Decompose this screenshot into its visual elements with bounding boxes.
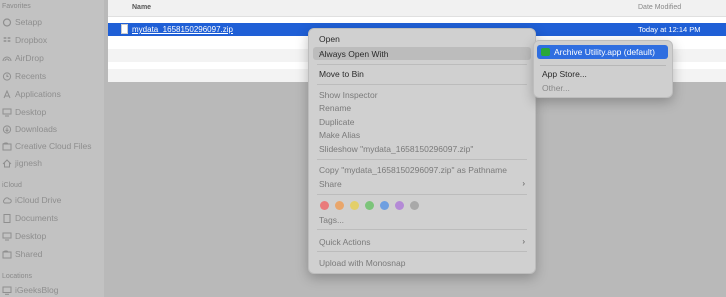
computer-icon <box>2 286 12 295</box>
sidebar-item-label: Shared <box>15 249 43 259</box>
shared-folder-icon <box>2 250 12 259</box>
creative-cloud-icon <box>2 142 12 151</box>
menu-separator <box>317 251 527 252</box>
sidebar-item-airdrop[interactable]: AirDrop <box>2 51 44 65</box>
document-icon <box>2 213 12 223</box>
menu-item-label: Share <box>319 179 342 189</box>
menu-item-upload-monosnap[interactable]: Upload with Monosnap <box>319 258 405 268</box>
sidebar-item-icloud-drive[interactable]: iCloud Drive <box>2 193 61 207</box>
sidebar-item-recents[interactable]: Recents <box>2 69 46 83</box>
sidebar-item-label: Desktop <box>15 231 47 241</box>
tag-color-orange[interactable] <box>335 201 344 210</box>
menu-item-make-alias[interactable]: Make Alias <box>319 130 360 140</box>
sidebar-item-documents[interactable]: Documents <box>2 211 58 225</box>
column-header-date-modified[interactable]: Date Modified <box>638 4 681 11</box>
sidebar-item-label: Downloads <box>15 124 58 134</box>
menu-item-move-to-bin[interactable]: Move to Bin <box>319 69 364 79</box>
menu-separator <box>540 65 666 66</box>
sidebar-item-label: Creative Cloud Files <box>15 141 92 151</box>
submenu-item-other[interactable]: Other... <box>542 83 570 93</box>
home-icon <box>2 158 12 168</box>
airdrop-icon <box>2 54 12 63</box>
submenu-item-app-store[interactable]: App Store... <box>542 69 587 79</box>
sidebar-item-label: iCloud Drive <box>15 195 62 205</box>
sidebar-item-label: Documents <box>15 213 58 223</box>
menu-item-rename[interactable]: Rename <box>319 103 351 113</box>
menu-item-duplicate[interactable]: Duplicate <box>319 117 354 127</box>
tag-color-gray[interactable] <box>410 201 419 210</box>
sidebar-item-jignesh[interactable]: jignesh <box>2 156 42 170</box>
menu-item-share[interactable]: Share › <box>319 179 525 189</box>
chevron-right-icon: › <box>522 179 525 188</box>
file-date: Today at 12:14 PM <box>638 25 701 34</box>
tag-color-purple[interactable] <box>395 201 404 210</box>
sidebar-item-desktop[interactable]: Desktop <box>2 105 46 119</box>
sidebar-item-shared[interactable]: Shared <box>2 247 42 261</box>
setapp-icon <box>2 17 12 27</box>
sidebar-item-applications[interactable]: Applications <box>2 87 61 101</box>
column-header-name[interactable]: Name <box>132 4 151 11</box>
desktop-icon <box>2 232 12 241</box>
menu-separator <box>317 159 527 160</box>
sidebar-item-label: iGeeksBlog <box>15 285 59 295</box>
sidebar-item-label: Desktop <box>15 107 47 117</box>
menu-separator <box>317 64 527 65</box>
menu-item-label: Quick Actions <box>319 237 371 247</box>
sidebar-item-icloud-desktop[interactable]: Desktop <box>2 229 46 243</box>
sidebar-item-label: Applications <box>15 89 61 99</box>
menu-item-quick-actions[interactable]: Quick Actions › <box>319 237 525 247</box>
sidebar-item-creative-cloud[interactable]: Creative Cloud Files <box>2 139 92 153</box>
sidebar-item-label: Setapp <box>15 17 42 27</box>
file-name: mydata_1658150296097.zip <box>132 25 233 34</box>
sidebar: Favorites Setapp Dropbox AirDrop Recents… <box>0 0 104 297</box>
open-with-submenu: Archive Utility.app (default) App Store.… <box>533 40 673 98</box>
tag-color-blue[interactable] <box>380 201 389 210</box>
menu-item-open[interactable]: Open <box>319 34 340 44</box>
sidebar-item-igeeksblog[interactable]: iGeeksBlog <box>2 283 58 297</box>
sidebar-section-favorites: Favorites <box>2 3 31 10</box>
chevron-right-icon: › <box>522 237 525 246</box>
downloads-icon <box>2 124 12 134</box>
sidebar-section-locations: Locations <box>2 273 32 280</box>
desktop-icon <box>2 108 12 117</box>
tag-color-red[interactable] <box>320 201 329 210</box>
file-list-header: Name Date Modified <box>108 0 726 17</box>
menu-item-slideshow[interactable]: Slideshow "mydata_1658150296097.zip" <box>319 144 473 154</box>
submenu-item-label: Archive Utility.app (default) <box>554 47 655 57</box>
context-menu: Open Always Open With › Move to Bin Show… <box>308 28 536 274</box>
tag-color-yellow[interactable] <box>350 201 359 210</box>
chevron-right-icon: › <box>319 49 322 58</box>
menu-separator <box>317 229 527 230</box>
dropbox-icon <box>2 36 12 45</box>
tag-color-green[interactable] <box>365 201 374 210</box>
sidebar-item-setapp[interactable]: Setapp <box>2 15 42 29</box>
menu-item-copy-pathname[interactable]: Copy "mydata_1658150296097.zip" as Pathn… <box>319 165 507 175</box>
clock-icon <box>2 71 12 81</box>
menu-separator <box>317 84 527 85</box>
menu-separator <box>317 194 527 195</box>
zip-file-icon <box>121 24 128 34</box>
sidebar-item-dropbox[interactable]: Dropbox <box>2 33 47 47</box>
archive-utility-icon <box>541 48 550 56</box>
sidebar-item-downloads[interactable]: Downloads <box>2 122 57 136</box>
submenu-item-archive-utility[interactable]: Archive Utility.app (default) <box>537 45 668 59</box>
sidebar-item-label: jignesh <box>15 158 42 168</box>
cloud-icon <box>2 196 12 205</box>
menu-item-show-inspector[interactable]: Show Inspector <box>319 90 378 100</box>
sidebar-item-label: Dropbox <box>15 35 48 45</box>
menu-item-always-open-with[interactable]: Always Open With › <box>313 47 531 60</box>
sidebar-section-icloud: iCloud <box>2 182 22 189</box>
menu-item-tags[interactable]: Tags... <box>319 215 344 225</box>
applications-icon <box>2 89 12 99</box>
sidebar-item-label: Recents <box>15 71 47 81</box>
sidebar-item-label: AirDrop <box>15 53 44 63</box>
